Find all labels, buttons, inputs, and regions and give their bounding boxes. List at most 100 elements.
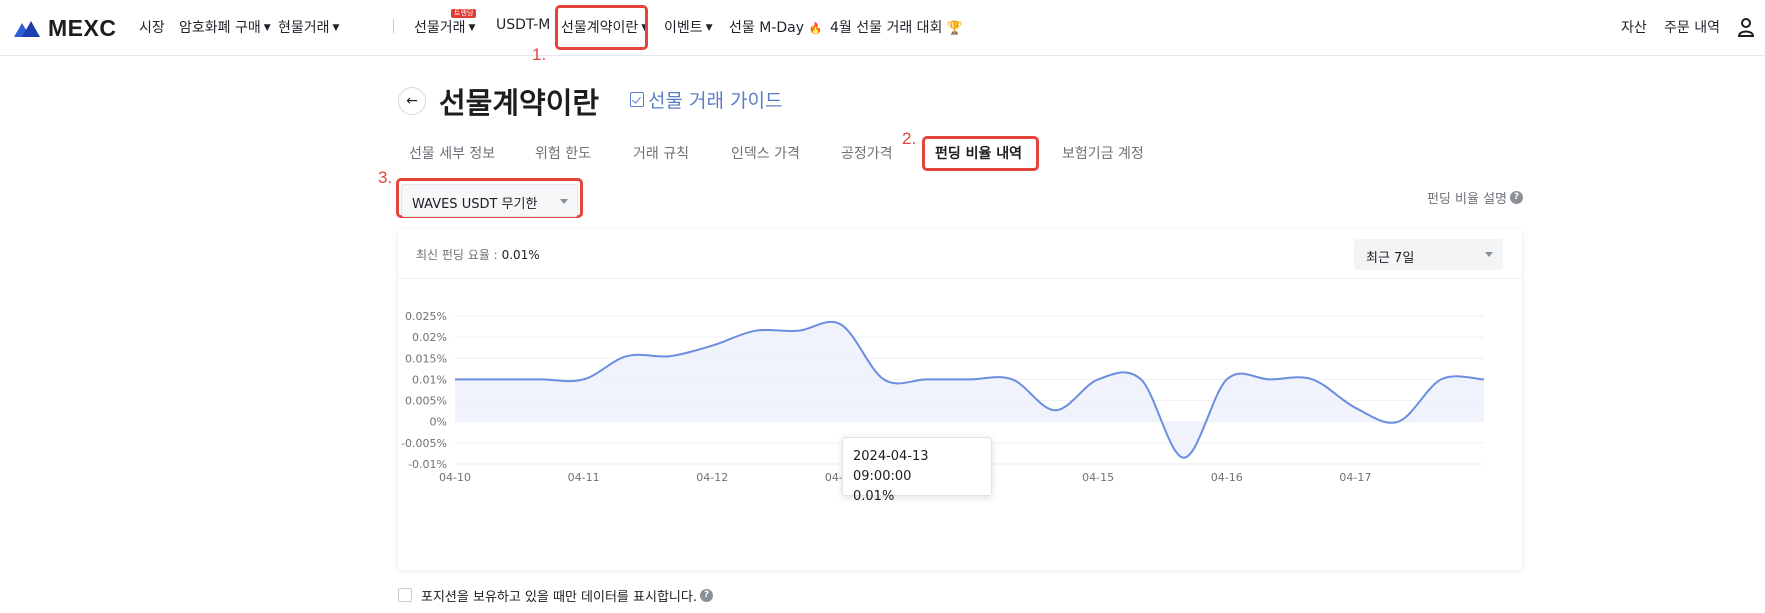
data-point [926, 378, 928, 380]
y-tick-label: 0.02% [412, 331, 447, 344]
tab-fair-price[interactable]: 공정가격 [841, 143, 893, 163]
nav-item-april-contest[interactable]: 4월 선물 거래 대회 🏆 [830, 17, 963, 37]
y-tick-label: 0% [430, 416, 447, 429]
guide-link-label: 선물 거래 가이드 [648, 90, 783, 112]
data-point [969, 378, 971, 380]
data-point [1140, 378, 1142, 380]
y-tick-label: 0.025% [405, 310, 447, 323]
contract-select[interactable]: WAVES USDT 무기한 [401, 184, 578, 217]
checkbox-label-text: 포지션을 보유하고 있을 때만 데이터를 표시합니다. [421, 590, 697, 605]
top-navbar: MEXC 시장 암호화폐 구매 ▼ 현물거래 ▼ 트렌딩 선물거래 ▼ USDT-M … [0, 0, 1765, 56]
nav-item-futures[interactable]: 선물거래 ▼ [414, 17, 475, 37]
funding-rate-chart[interactable]: -0.01% -0.005% 0% 0.005% 0.01% 0.015% 0.02% 0.0… [398, 229, 1522, 570]
back-button[interactable]: ← [398, 87, 426, 115]
data-point [1483, 378, 1485, 380]
caret-down-icon: ▼ [332, 23, 340, 33]
caret-down-icon: ▼ [705, 23, 713, 33]
show-positions-only-checkbox[interactable] [398, 588, 412, 602]
nav-item-buy-crypto[interactable]: 암호화폐 구매 ▼ [179, 17, 271, 37]
annotation-number-1: 1. [532, 45, 547, 64]
nav-item-spot[interactable]: 현물거래 ▼ [278, 17, 339, 37]
tab-index-price[interactable]: 인덱스 가격 [731, 143, 800, 163]
funding-rate-explanation-link[interactable]: 펀딩 비율 설명 ? [1427, 188, 1523, 207]
fire-icon: 🔥 [808, 22, 823, 35]
nav-item-market[interactable]: 시장 [139, 17, 165, 37]
nav-item-m-day[interactable]: 선물 M-Day 🔥 [729, 17, 822, 37]
y-tick-label: 0.01% [412, 373, 447, 386]
arrow-left-icon: ← [406, 93, 418, 109]
guide-check-icon [630, 92, 644, 107]
page-title: 선물계약이란 [439, 86, 600, 120]
nav-label: 선물계약이란 [561, 20, 639, 36]
annotation-number-2: 2. [902, 129, 917, 148]
trophy-icon: 🏆 [946, 21, 964, 36]
data-point [1011, 378, 1013, 380]
nav-label: 시장 [139, 20, 165, 36]
tooltip-value: 0.01% [853, 489, 895, 504]
tab-futures-details[interactable]: 선물 세부 정보 [409, 143, 495, 163]
x-tick-label: 04-10 [439, 471, 471, 484]
tab-risk-limit[interactable]: 위험 한도 [535, 143, 591, 163]
data-point [754, 330, 756, 332]
logo-text: MEXC [48, 14, 117, 41]
nav-assets[interactable]: 자산 [1621, 17, 1647, 37]
data-point [840, 323, 842, 325]
data-point [1354, 407, 1356, 409]
data-point [1312, 378, 1314, 380]
tab-funding-rate-history[interactable]: 펀딩 비율 내역 [935, 143, 1022, 163]
futures-guide-link[interactable]: 선물 거래 가이드 [630, 86, 782, 113]
data-point [626, 355, 628, 357]
nav-label: USDT-M [496, 17, 551, 33]
tab-insurance-fund[interactable]: 보험기금 계정 [1062, 143, 1144, 163]
funding-rate-chart-card: 최신 펀딩 요율 : 0.01% 최근 7일 -0.01% -0.005% 0% 0.… [398, 229, 1522, 570]
mexc-logo[interactable]: MEXC [14, 15, 116, 41]
caret-down-icon: ▼ [468, 23, 476, 33]
nav-item-futures-intro[interactable]: 선물계약이란 ▼ [561, 17, 648, 37]
tab-trading-rules[interactable]: 거래 규칙 [633, 143, 689, 163]
y-tick-label: -0.01% [408, 458, 447, 471]
contract-select-value: WAVES USDT 무기한 [412, 197, 538, 212]
data-point [668, 355, 670, 357]
data-point [1440, 378, 1442, 380]
x-tick-label: 04-17 [1339, 471, 1371, 484]
chart-tooltip: 2024-04-13 09:00:00 0.01% [842, 437, 992, 504]
data-point [1183, 457, 1185, 459]
y-tick-label: -0.005% [401, 437, 447, 450]
nav-label: 암호화폐 구매 [179, 20, 261, 36]
data-point [1269, 378, 1271, 380]
caret-down-icon: ▼ [641, 23, 649, 33]
nav-order-history[interactable]: 주문 내역 [1664, 17, 1720, 37]
data-point [1054, 409, 1056, 411]
caret-down-icon [560, 199, 568, 204]
x-tick-label: 04-15 [1082, 471, 1114, 484]
show-positions-only-label: 포지션을 보유하고 있을 때만 데이터를 표시합니다. ? [421, 586, 713, 605]
nav-label: 선물거래 [414, 20, 466, 36]
data-point [797, 330, 799, 332]
user-icon[interactable] [1737, 17, 1755, 37]
data-point [1097, 378, 1099, 380]
caret-down-icon: ▼ [263, 23, 271, 33]
data-point [454, 378, 456, 380]
data-point [583, 378, 585, 380]
mexc-logo-icon [14, 21, 40, 37]
nav-item-usdt-m[interactable]: USDT-M [496, 17, 550, 33]
nav-label: 4월 선물 거래 대회 [830, 20, 943, 36]
nav-label: 이벤트 [664, 20, 703, 36]
nav-divider [393, 19, 394, 33]
x-tick-label: 04-11 [568, 471, 600, 484]
nav-label: 현물거래 [278, 20, 330, 36]
data-point [1397, 421, 1399, 423]
data-point [1226, 378, 1228, 380]
data-point [497, 378, 499, 380]
x-tick-label: 04-12 [696, 471, 728, 484]
annotation-number-3: 3. [378, 168, 393, 187]
nav-item-events[interactable]: 이벤트 ▼ [664, 17, 713, 37]
question-icon: ? [1510, 191, 1523, 204]
explain-label: 펀딩 비율 설명 [1426, 192, 1507, 207]
question-icon[interactable]: ? [699, 589, 713, 602]
x-tick-label: 04-16 [1211, 471, 1243, 484]
data-point [883, 378, 885, 380]
tooltip-time: 2024-04-13 09:00:00 [853, 449, 929, 484]
data-point [711, 345, 713, 347]
y-tick-label: 0.005% [405, 395, 447, 408]
